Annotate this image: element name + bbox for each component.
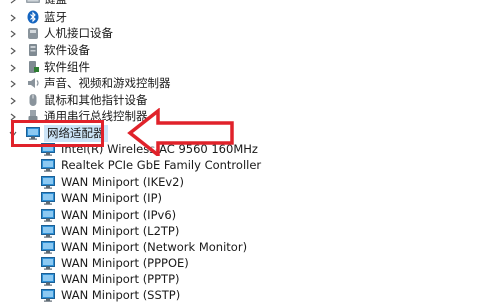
device-label: WAN Miniport (PPPOE) xyxy=(61,256,189,270)
chevron-right-icon[interactable] xyxy=(9,25,17,42)
device-label: WAN Miniport (IPv6) xyxy=(61,208,177,222)
network-adapter-icon xyxy=(40,272,56,286)
category-label: 软件设备 xyxy=(44,43,90,57)
network-adapter-icon xyxy=(40,288,56,302)
category-label: 鼠标和其他指针设备 xyxy=(44,93,148,107)
device-label: WAN Miniport (PPTP) xyxy=(61,272,180,286)
bluetooth-icon xyxy=(25,10,41,24)
network-adapter-icon xyxy=(40,175,56,189)
device-label: WAN Miniport (IP) xyxy=(61,191,162,205)
chevron-right-icon[interactable] xyxy=(9,75,17,92)
network-adapter-icon xyxy=(40,224,56,238)
chevron-down-icon[interactable] xyxy=(9,125,17,142)
device-label: WAN Miniport (SSTP) xyxy=(61,288,181,302)
chevron-right-icon[interactable] xyxy=(9,42,17,59)
category-label: 通用串行总线控制器 xyxy=(44,109,148,123)
category-label: 键盘 xyxy=(44,0,67,8)
speaker-icon xyxy=(25,76,41,90)
category-label: 软件组件 xyxy=(44,60,90,74)
hid-icon xyxy=(25,26,41,40)
chevron-right-icon[interactable] xyxy=(9,59,17,76)
device-label: WAN Miniport (L2TP) xyxy=(61,224,180,238)
device-label: WAN Miniport (IKEv2) xyxy=(61,175,184,189)
network-adapter-icon xyxy=(40,191,56,205)
device-label: Intel(R) Wireless-AC 9560 160MHz xyxy=(61,142,258,156)
chevron-right-icon[interactable] xyxy=(9,108,17,125)
network-adapter-icon xyxy=(25,126,41,140)
chevron-right-icon[interactable] xyxy=(9,92,17,109)
software-device-icon xyxy=(25,43,41,57)
device-label: Realtek PCIe GbE Family Controller xyxy=(61,158,262,172)
mouse-icon xyxy=(25,93,41,107)
chevron-right-icon[interactable] xyxy=(9,0,17,8)
device-label: WAN Miniport (Network Monitor) xyxy=(61,240,248,254)
network-adapter-icon xyxy=(40,142,56,156)
software-component-icon xyxy=(25,60,41,74)
category-label: 蓝牙 xyxy=(44,10,67,24)
keyboard-icon xyxy=(25,0,41,6)
usb-icon xyxy=(25,109,41,123)
chevron-right-icon[interactable] xyxy=(9,9,17,26)
category-label: 声音、视频和游戏控制器 xyxy=(44,76,171,90)
network-adapter-icon xyxy=(40,240,56,254)
network-adapter-icon xyxy=(40,208,56,222)
category-label: 网络适配器 xyxy=(44,125,108,142)
network-adapter-icon xyxy=(40,158,56,172)
category-label: 人机接口设备 xyxy=(44,26,113,40)
device-manager-tree: 键盘 蓝牙 人机接口设备 软件设备 xyxy=(0,0,500,304)
network-adapter-icon xyxy=(40,256,56,270)
